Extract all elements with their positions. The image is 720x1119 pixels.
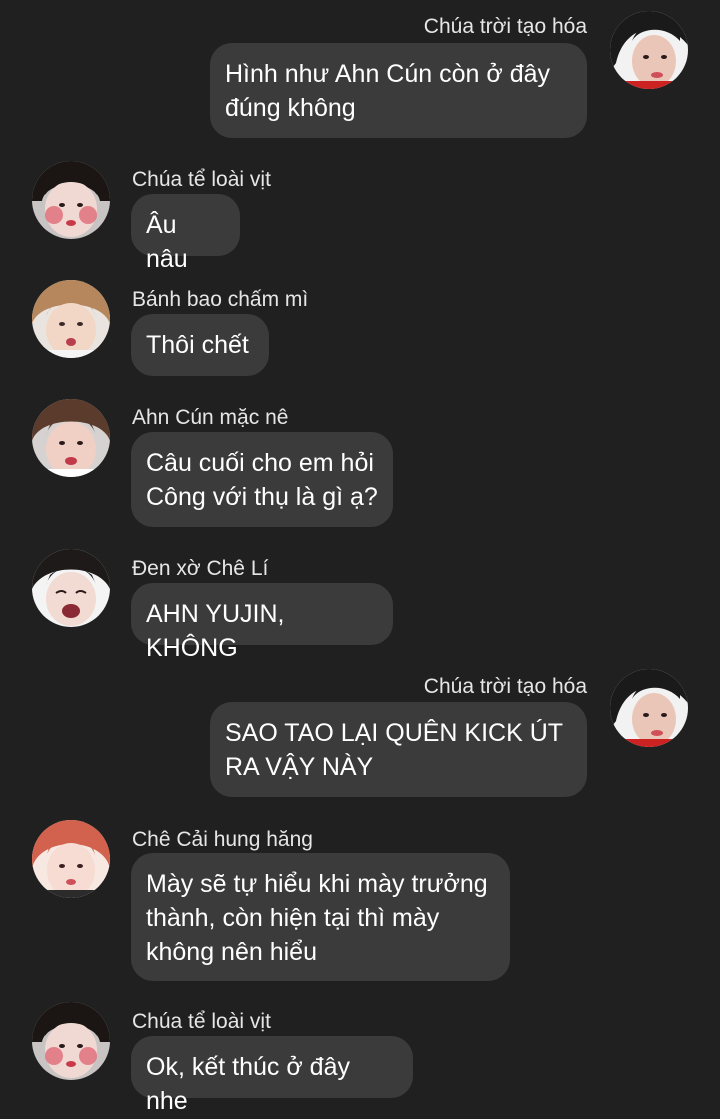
girl-blush-avatar-icon[interactable] bbox=[32, 161, 110, 239]
girl-pout-avatar-icon[interactable] bbox=[32, 399, 110, 477]
message-bubble[interactable]: Âu nâu bbox=[131, 194, 240, 273]
girl-pout-avatar-icon[interactable] bbox=[32, 280, 110, 358]
message-row: Ahn Cún mặc nê Câu cuối cho em hỏi Công … bbox=[0, 396, 720, 531]
message-bubble[interactable]: Mày sẽ tự hiểu khi mày trưởng thành, còn… bbox=[131, 853, 510, 981]
message-bubble[interactable]: Câu cuối cho em hỏi Công với thụ là gì ạ… bbox=[131, 432, 393, 527]
redhair-avatar-icon[interactable] bbox=[32, 820, 110, 898]
girl-blush-avatar-icon[interactable] bbox=[32, 1002, 110, 1080]
message-bubble[interactable]: Hình như Ahn Cún còn ở đây đúng không bbox=[210, 43, 587, 138]
sender-name: Chúa trời tạo hóa bbox=[423, 675, 587, 698]
message-bubble[interactable]: Ok, kết thúc ở đây nhe bbox=[131, 1036, 413, 1115]
message-row: Chúa trời tạo hóa SAO TAO LẠI QUÊN KICK … bbox=[0, 660, 720, 800]
sender-name: Chê Cải hung hăng bbox=[132, 828, 313, 851]
message-bubble[interactable]: AHN YUJIN, KHÔNG bbox=[131, 583, 393, 662]
woman-avatar-icon[interactable] bbox=[610, 669, 688, 747]
message-row: Đen xờ Chê Lí AHN YUJIN, KHÔNG bbox=[0, 547, 720, 662]
message-row: Bánh bao chấm mì Thôi chết bbox=[0, 278, 720, 388]
sender-name: Đen xờ Chê Lí bbox=[132, 557, 269, 580]
sender-name: Chúa trời tạo hóa bbox=[423, 15, 587, 38]
message-row: Chúa tể loài vịt Ok, kết thúc ở đây nhe bbox=[0, 1000, 720, 1115]
sender-name: Chúa tể loài vịt bbox=[132, 1010, 271, 1033]
sender-name: Bánh bao chấm mì bbox=[132, 288, 309, 311]
sender-name: Chúa tể loài vịt bbox=[132, 168, 271, 191]
message-row: Chê Cải hung hăng Mày sẽ tự hiểu khi mày… bbox=[0, 818, 720, 988]
woman-avatar-icon[interactable] bbox=[610, 11, 688, 89]
message-row: Chúa tể loài vịt Âu nâu bbox=[0, 158, 720, 273]
message-row: Chúa trời tạo hóa Hình như Ahn Cún còn ở… bbox=[0, 0, 720, 140]
message-bubble[interactable]: Thôi chết bbox=[131, 314, 269, 376]
sender-name: Ahn Cún mặc nê bbox=[132, 406, 289, 429]
girl-shout-avatar-icon[interactable] bbox=[32, 549, 110, 627]
message-bubble[interactable]: SAO TAO LẠI QUÊN KICK ÚT RA VẬY NÀY bbox=[210, 702, 587, 797]
